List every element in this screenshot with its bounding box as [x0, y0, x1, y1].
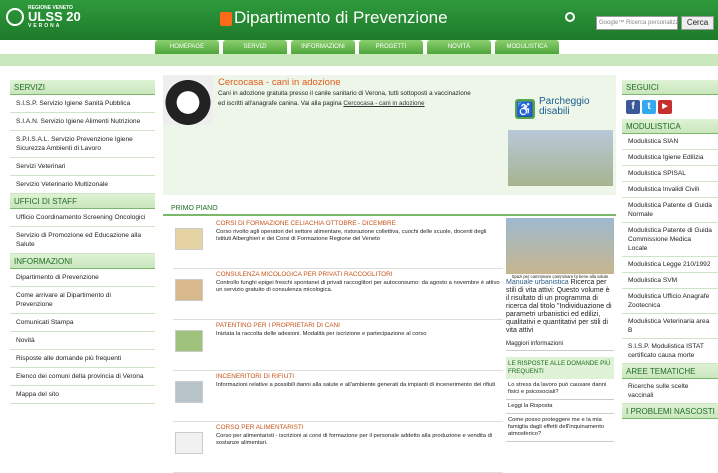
sidebar-item-risposte[interactable]: Risposte alle domande più frequenti	[10, 350, 155, 368]
news-text: Informazioni relative a possibili danni …	[216, 382, 496, 388]
main-content: Cercocasa - cani in adozione Cani in ado…	[163, 75, 616, 473]
feature-text: Cani in adozione gratuita presso il cani…	[218, 90, 471, 107]
faq-question[interactable]: Lo stress da lavoro può causare danni fi…	[506, 379, 614, 400]
sidebar-item-comuni[interactable]: Elenco dei comuni della provincia di Ver…	[10, 368, 155, 386]
tab-progetti[interactable]: PROGETTI	[359, 40, 423, 54]
building-photo	[508, 130, 613, 186]
faq-question[interactable]: Come posso proteggere me e la mia famigl…	[506, 414, 614, 442]
sidebar-item-mod-patente[interactable]: Modulistica Patente di Guida Normale	[622, 198, 718, 223]
sidebar-item-mod-spisal[interactable]: Modulistica SPISAL	[622, 166, 718, 182]
site-title: Dipartimento di Prevenzione	[234, 8, 448, 27]
feature-title[interactable]: Cercocasa - cani in adozione	[218, 77, 341, 88]
news-title[interactable]: PATENTINO PER I PROPRIETARI DI CANI	[216, 322, 340, 329]
main-nav: HOMEPAGE SERVIZI INFORMAZIONI PROGETTI N…	[155, 40, 563, 54]
sidebar-item-mappa[interactable]: Mappa del sito	[10, 386, 155, 404]
tab-novita[interactable]: NOVITÀ	[427, 40, 491, 54]
news-title[interactable]: CONSULENZA MICOLOGICA PER PRIVATI RACCOG…	[216, 271, 392, 278]
sidebar-item-comunicati[interactable]: Comunicati Stampa	[10, 314, 155, 332]
sidebar-item-novita[interactable]: Novità	[10, 332, 155, 350]
youtube-icon[interactable]: ▶	[658, 100, 672, 114]
tab-servizi[interactable]: SERVIZI	[223, 40, 287, 54]
sidebar-item-screening[interactable]: Ufficio Coordinamento Screening Oncologi…	[10, 209, 155, 227]
news-list: CORSI DI FORMAZIONE CELIACHIA OTTOBRE - …	[173, 218, 503, 473]
tab-homepage[interactable]: HOMEPAGE	[155, 40, 219, 54]
list-item: PATENTINO PER I PROPRIETARI DI CANI Iniz…	[173, 320, 503, 371]
tab-informazioni[interactable]: INFORMAZIONI	[291, 40, 355, 54]
news-text: Corso rivolto agli operatori del settore…	[216, 229, 487, 242]
sidebar-item-mod-patente-cml[interactable]: Modulistica Patente di Guida Commissione…	[622, 223, 718, 257]
primo-piano-heading: PRIMO PIANO	[163, 202, 616, 216]
sidebar-item-vaccinali[interactable]: Ricerche sulle scelte vaccinali	[622, 379, 718, 404]
header: REGIONE VENETO ULSS 20 VERONA Dipartimen…	[0, 0, 718, 66]
list-item: INCENERITORI DI RIFIUTI Informazioni rel…	[173, 371, 503, 422]
mushroom-icon	[175, 279, 203, 301]
logo-name: ULSS 20	[28, 9, 81, 24]
sidebar-item-dipartimento[interactable]: Dipartimento di Prevenzione	[10, 269, 155, 287]
ulss-logo[interactable]: REGIONE VENETO ULSS 20 VERONA	[6, 6, 81, 29]
logo-emblem-icon	[6, 8, 24, 26]
sidebar-item-mod-invalidi[interactable]: Modulistica Invalidi Civili	[622, 182, 718, 198]
square-photo	[506, 218, 614, 274]
wheelchair-icon: ♿	[515, 99, 535, 119]
top-bar: REGIONE VENETO ULSS 20 VERONA Dipartimen…	[0, 0, 718, 40]
twitter-icon[interactable]: t	[642, 100, 656, 114]
left-sidebar: SERVIZI S.I.S.P. Servizio Igiene Sanità …	[10, 80, 155, 404]
bread-icon	[175, 228, 203, 250]
faq-heading: LE RISPOSTE ALLE DOMANDE PIÙ FREQUENTI	[506, 357, 614, 379]
nav-strip	[0, 54, 718, 66]
section-modulistica: MODULISTICA	[622, 119, 718, 134]
right-sidebar: SEGUICI f t ▶ MODULISTICA Modulistica SI…	[622, 80, 718, 419]
dog-photo	[163, 75, 213, 125]
sidebar-item-mod-istat[interactable]: S.I.S.P. Modulistica ISTAT certificato c…	[622, 339, 718, 364]
search-icon	[565, 12, 575, 22]
facebook-icon[interactable]: f	[626, 100, 640, 114]
news-title[interactable]: INCENERITORI DI RIFIUTI	[216, 373, 294, 380]
sidebar-item-mod-svm[interactable]: Modulistica SVM	[622, 273, 718, 289]
news-title[interactable]: CORSO PER ALIMENTARISTI	[216, 424, 304, 431]
sidebar-item-multizonale[interactable]: Servizio Veterinario Multizonale	[10, 176, 155, 194]
feature-link[interactable]: Cercocasa - cani in adozione	[343, 100, 424, 107]
section-problemi: I PROBLEMI NASCOSTI	[622, 404, 718, 419]
section-uffici: UFFICI DI STAFF	[10, 194, 155, 209]
sidebar-item-mod-sian[interactable]: Modulistica SIAN	[622, 134, 718, 150]
news-text: Controllo funghi epigei freschi spontane…	[216, 280, 500, 293]
faq-read-link[interactable]: Leggi la Risposta	[506, 400, 614, 414]
parcheggio-banner[interactable]: ♿ Parcheggio disabili	[515, 95, 615, 125]
feature-banner: Cercocasa - cani in adozione Cani in ado…	[163, 75, 616, 195]
section-informazioni: INFORMAZIONI	[10, 254, 155, 269]
sidebar-item-veterinari[interactable]: Servizi Veterinari	[10, 158, 155, 176]
list-item: CORSO PER ALIMENTARISTI Corso per alimen…	[173, 422, 503, 473]
list-item: CORSI DI FORMAZIONE CELIACHIA OTTOBRE - …	[173, 218, 503, 269]
sidebar-item-mod-edilizia[interactable]: Modulistica Igiene Edilizia	[622, 150, 718, 166]
news-title[interactable]: CORSI DI FORMAZIONE CELIACHIA OTTOBRE - …	[216, 220, 396, 227]
social-icons: f t ▶	[622, 95, 718, 119]
list-item: CONSULENZA MICOLOGICA PER PRIVATI RACCOG…	[173, 269, 503, 320]
sidebar-item-promozione[interactable]: Servizio di Promozione ed Educazione all…	[10, 227, 155, 254]
news-text: Corso per alimentaristi - iscrizioni ai …	[216, 433, 493, 446]
maggiori-link[interactable]: Maggiori informazioni	[506, 341, 614, 351]
sidebar-item-sisp[interactable]: S.I.S.P. Servizio Igiene Sanità Pubblica	[10, 95, 155, 113]
chef-icon	[175, 432, 203, 454]
section-servizi: SERVIZI	[10, 80, 155, 95]
dog-sign-icon	[175, 330, 203, 352]
sidebar-item-sian[interactable]: S.I.A.N. Servizio Igiene Alimenti Nutriz…	[10, 113, 155, 131]
section-aree: AREE TEMATICHE	[622, 364, 718, 379]
section-seguici: SEGUICI	[622, 80, 718, 95]
side-column: Spazi per camminare camminare fa bene al…	[506, 218, 614, 442]
manual-title[interactable]: Manuale urbanistica	[506, 279, 569, 286]
parcheggio-label: Parcheggio disabili	[539, 96, 590, 117]
tab-modulistica[interactable]: MODULISTICA	[495, 40, 559, 54]
factory-icon	[175, 381, 203, 403]
sidebar-item-mod-veterinaria[interactable]: Modulistica Veterinaria area B	[622, 314, 718, 339]
manual-text: Manuale urbanistica Ricerca per stili di…	[506, 279, 612, 334]
search-input[interactable]: Google™ Ricerca personalizzata	[596, 16, 678, 30]
search-button[interactable]: Cerca	[681, 16, 714, 30]
sidebar-item-spisal[interactable]: S.P.I.S.A.L. Servizio Prevenzione Igiene…	[10, 131, 155, 158]
sidebar-item-mod-zootecnica[interactable]: Modulistica Ufficio Anagrafe Zootecnica	[622, 289, 718, 314]
sidebar-item-mod-legge[interactable]: Modulistica Legge 210/1992	[622, 257, 718, 273]
sidebar-item-come-arrivare[interactable]: Come arrivare al Dipartimento di Prevenz…	[10, 287, 155, 314]
news-text: Iniziata la raccolta delle adesioni. Mod…	[216, 331, 427, 337]
page-body: SERVIZI S.I.S.P. Servizio Igiene Sanità …	[0, 70, 718, 473]
